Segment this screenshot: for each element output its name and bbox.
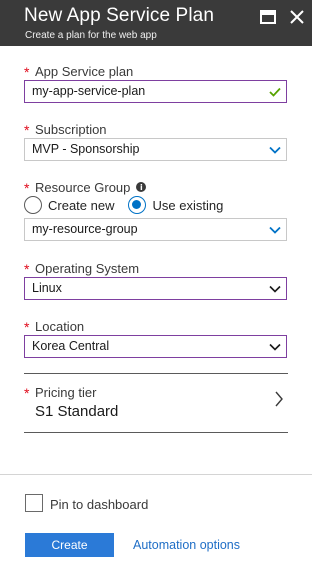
chevron-down-icon bbox=[269, 285, 281, 293]
blade-subtitle: Create a plan for the web app bbox=[25, 30, 157, 41]
resource-group-options: Create new Use existing bbox=[24, 195, 237, 215]
use-existing-radio[interactable] bbox=[128, 196, 147, 214]
plan-name-label: App Service plan bbox=[35, 63, 134, 79]
pricing-tier-label: Pricing tier bbox=[35, 384, 97, 400]
chevron-down-icon bbox=[269, 146, 281, 154]
os-dropdown[interactable]: Linux bbox=[24, 277, 287, 300]
maximize-icon bbox=[260, 10, 276, 24]
create-new-label[interactable]: Create new bbox=[48, 198, 114, 213]
pricing-divider-bottom bbox=[24, 432, 288, 433]
close-button[interactable] bbox=[286, 6, 308, 28]
close-icon bbox=[290, 10, 304, 24]
resource-group-label-row: * Resource Group i bbox=[24, 179, 147, 196]
required-marker: * bbox=[24, 180, 30, 196]
subscription-label: Subscription bbox=[35, 121, 107, 137]
maximize-button[interactable] bbox=[257, 6, 279, 28]
pricing-tier-selector[interactable]: * Pricing tier S1 Standard bbox=[24, 374, 288, 432]
pricing-tier-value: S1 Standard bbox=[35, 403, 119, 420]
required-marker: * bbox=[24, 64, 30, 80]
os-value: Linux bbox=[32, 281, 62, 295]
footer-divider bbox=[0, 474, 312, 475]
location-value: Korea Central bbox=[32, 339, 110, 353]
resource-group-dropdown[interactable]: my-resource-group bbox=[24, 218, 287, 241]
resource-group-label: Resource Group bbox=[35, 179, 131, 195]
subscription-label-row: * Subscription bbox=[24, 121, 107, 139]
plan-name-input[interactable]: my-app-service-plan bbox=[24, 80, 287, 103]
required-marker: * bbox=[24, 261, 30, 277]
location-dropdown[interactable]: Korea Central bbox=[24, 335, 287, 358]
chevron-down-icon bbox=[269, 343, 281, 351]
pin-to-dashboard-checkbox[interactable] bbox=[25, 494, 43, 512]
required-marker: * bbox=[24, 319, 30, 335]
plan-name-label-row: * App Service plan bbox=[24, 63, 134, 81]
plan-name-value: my-app-service-plan bbox=[32, 84, 146, 98]
resource-group-value: my-resource-group bbox=[32, 222, 138, 236]
info-icon[interactable]: i bbox=[136, 182, 147, 192]
create-button[interactable]: Create bbox=[25, 533, 114, 557]
required-marker: * bbox=[24, 385, 30, 401]
create-new-radio[interactable] bbox=[24, 196, 42, 214]
automation-options-link[interactable]: Automation options bbox=[133, 538, 240, 552]
blade-header: New App Service Plan Create a plan for t… bbox=[0, 0, 312, 46]
chevron-down-icon bbox=[269, 226, 281, 234]
os-label: Operating System bbox=[35, 260, 140, 276]
blade-title: New App Service Plan bbox=[24, 5, 214, 26]
chevron-right-icon bbox=[275, 391, 283, 407]
location-label-row: * Location bbox=[24, 318, 85, 336]
subscription-dropdown[interactable]: MVP - Sponsorship bbox=[24, 138, 287, 161]
subscription-value: MVP - Sponsorship bbox=[32, 142, 140, 156]
use-existing-label[interactable]: Use existing bbox=[152, 198, 223, 213]
pin-to-dashboard-label[interactable]: Pin to dashboard bbox=[50, 497, 148, 512]
location-label: Location bbox=[35, 318, 85, 334]
os-label-row: * Operating System bbox=[24, 260, 140, 278]
checkmark-icon bbox=[269, 87, 281, 97]
required-marker: * bbox=[24, 122, 30, 138]
